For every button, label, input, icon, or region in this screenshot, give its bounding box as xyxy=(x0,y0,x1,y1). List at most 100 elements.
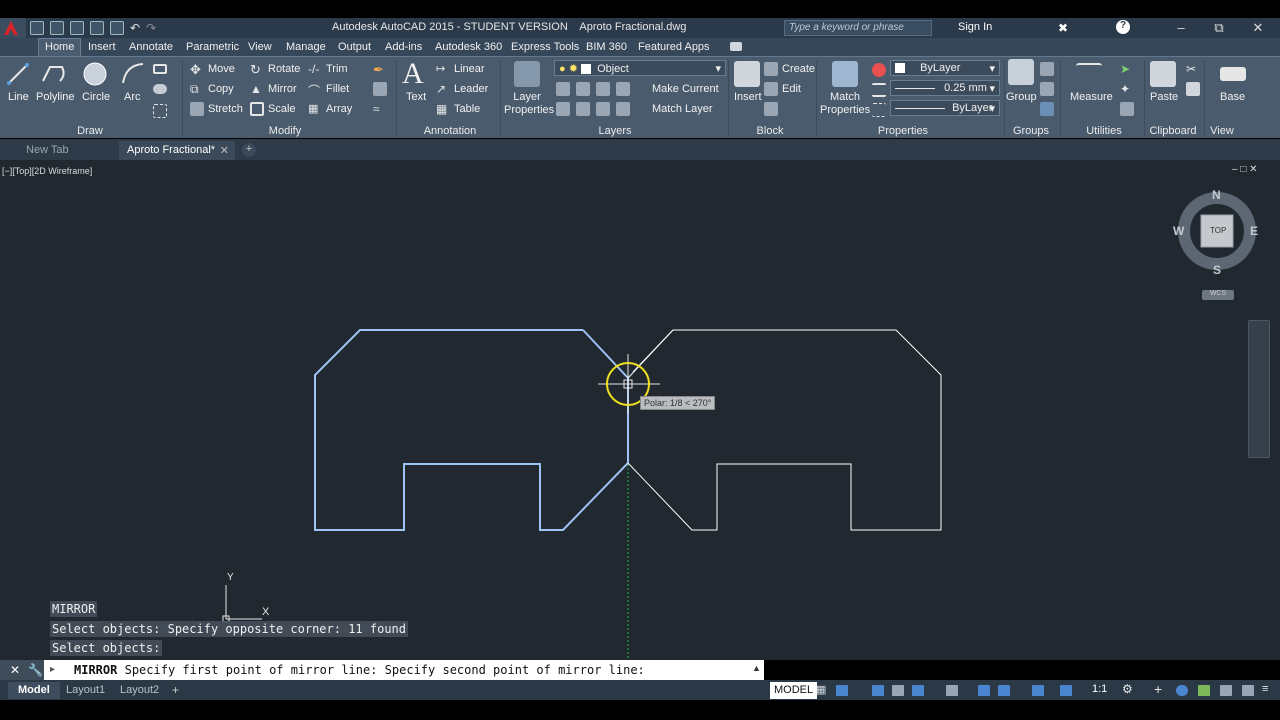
linear-button[interactable]: Linear xyxy=(454,63,485,75)
wcs-menu-button[interactable]: WCS xyxy=(1202,290,1234,300)
array-icon[interactable]: ▦ xyxy=(308,102,322,116)
trim-button[interactable]: Trim xyxy=(326,63,348,75)
stretch-button[interactable]: Stretch xyxy=(208,103,243,115)
properties-panel-title[interactable]: Properties xyxy=(868,125,938,139)
command-line[interactable]: ✕ 🔧 ▸ MIRROR Specify first point of mirr… xyxy=(0,660,764,680)
tab-featured-apps[interactable]: Featured Apps xyxy=(638,41,710,53)
move-icon[interactable]: ✥ xyxy=(190,62,204,77)
close-window-button[interactable]: ✕ xyxy=(1243,20,1273,36)
tab-layout1[interactable]: Layout1 xyxy=(56,682,115,699)
make-current-button[interactable]: Make Current xyxy=(652,83,719,95)
polar-icon[interactable] xyxy=(892,685,904,696)
utilities-panel-title[interactable]: Utilities xyxy=(1066,125,1142,139)
undo-icon[interactable]: ↶ xyxy=(130,21,140,35)
group-edit-icon[interactable] xyxy=(1040,82,1054,96)
table-icon[interactable]: ▦ xyxy=(436,102,450,116)
isodraft-icon[interactable] xyxy=(912,685,924,696)
sign-in-button[interactable]: Sign In xyxy=(958,21,992,33)
match-layer-icon[interactable] xyxy=(616,102,630,116)
scale-button[interactable]: Scale xyxy=(268,103,296,115)
paste-icon[interactable] xyxy=(1150,61,1176,87)
hatch-icon[interactable] xyxy=(153,84,167,94)
tab-new-tab[interactable]: New Tab xyxy=(18,141,118,160)
create-block-icon[interactable] xyxy=(764,62,778,76)
wrench-icon[interactable]: 🔧 xyxy=(28,663,43,677)
layer-tool-icon[interactable] xyxy=(576,82,590,96)
tab-bim-360[interactable]: BIM 360 xyxy=(586,41,627,53)
linetype-dropdown[interactable]: ByLayer ▾ xyxy=(890,100,1000,116)
group-select-icon[interactable] xyxy=(1040,102,1054,116)
make-current-icon[interactable] xyxy=(616,82,630,96)
attribute-icon[interactable] xyxy=(764,102,778,116)
tab-insert[interactable]: Insert xyxy=(88,41,116,53)
tab-annotate[interactable]: Annotate xyxy=(129,41,173,53)
annotation-panel-title[interactable]: Annotation xyxy=(410,125,490,139)
calculator-icon[interactable] xyxy=(1120,102,1134,116)
customize-icon[interactable]: ≡ xyxy=(1262,683,1274,695)
clipboard-panel-title[interactable]: Clipboard xyxy=(1146,125,1200,139)
copy-clip-icon[interactable] xyxy=(1186,82,1200,96)
copy-icon[interactable]: ⧉ xyxy=(190,82,204,96)
autocad-logo[interactable] xyxy=(0,18,26,38)
group-icon[interactable] xyxy=(1008,59,1034,85)
open-icon[interactable] xyxy=(50,21,64,35)
new-icon[interactable] xyxy=(30,21,44,35)
fillet-button[interactable]: Fillet xyxy=(326,83,349,95)
plus-icon[interactable]: + xyxy=(1154,681,1166,697)
tab-home[interactable]: Home xyxy=(38,38,82,56)
tab-view[interactable]: View xyxy=(248,41,272,53)
annotation-scale[interactable]: 1:1 xyxy=(1092,683,1107,695)
move-button[interactable]: Move xyxy=(208,63,235,75)
layer-tool-icon[interactable] xyxy=(596,82,610,96)
layer-properties-button[interactable]: Layer Properties xyxy=(504,91,554,117)
viewcube-top-label[interactable]: TOP xyxy=(1210,226,1226,235)
quick-select-icon[interactable]: ➤ xyxy=(1120,62,1134,76)
tab-layout2[interactable]: Layout2 xyxy=(110,682,169,699)
color-dropdown[interactable]: ByLayer ▾ xyxy=(890,60,1000,76)
rotate-button[interactable]: Rotate xyxy=(268,63,300,75)
viewport-controls-label[interactable]: [−][Top][2D Wireframe] xyxy=(2,166,92,176)
save-icon[interactable] xyxy=(70,21,84,35)
fullscreen-icon[interactable] xyxy=(1242,685,1254,696)
layer-tool-icon[interactable] xyxy=(596,102,610,116)
layer-tool-icon[interactable] xyxy=(556,82,570,96)
print-icon[interactable] xyxy=(110,21,124,35)
groups-panel-title[interactable]: Groups xyxy=(1004,125,1058,139)
copy-button[interactable]: Copy xyxy=(208,83,234,95)
block-panel-title[interactable]: Block xyxy=(745,125,795,139)
edit-button[interactable]: Edit xyxy=(782,83,801,95)
add-tab-button[interactable]: + xyxy=(242,143,256,157)
point-icon[interactable]: ✦ xyxy=(1120,82,1134,96)
erase-icon[interactable]: ✒ xyxy=(373,62,387,77)
table-button[interactable]: Table xyxy=(454,103,480,115)
region-icon[interactable] xyxy=(153,104,167,118)
drawing-viewport[interactable]: [−][Top][2D Wireframe] – □ ✕ TOP N S E W… xyxy=(0,160,1280,660)
tab-output[interactable]: Output xyxy=(338,41,371,53)
tab-express-tools[interactable]: Express Tools xyxy=(511,41,579,53)
array-button[interactable]: Array xyxy=(326,103,352,115)
clean-screen-icon[interactable] xyxy=(1220,685,1232,696)
measure-icon[interactable] xyxy=(1076,63,1102,77)
match-properties-button[interactable]: Match Properties xyxy=(820,91,870,117)
tab-parametric[interactable]: Parametric xyxy=(186,41,239,53)
group-button[interactable]: Group xyxy=(1006,91,1037,103)
color-wheel-icon[interactable] xyxy=(872,63,886,77)
text-button[interactable]: Text xyxy=(406,91,426,103)
auto-scale-icon[interactable] xyxy=(1060,685,1072,696)
edit-block-icon[interactable] xyxy=(764,82,778,96)
model-space-button[interactable]: MODEL xyxy=(770,682,818,699)
hardware-acceleration-icon[interactable] xyxy=(1198,685,1210,696)
base-view-icon[interactable] xyxy=(1220,67,1246,81)
measure-button[interactable]: Measure xyxy=(1070,91,1113,103)
base-button[interactable]: Base xyxy=(1220,91,1245,103)
grid-icon[interactable]: ▦ xyxy=(816,683,828,696)
redo-icon[interactable]: ↷ xyxy=(146,21,156,35)
tab-autodesk-360[interactable]: Autodesk 360 xyxy=(435,41,502,53)
tab-current-drawing[interactable]: Aproto Fractional* ✕ xyxy=(119,141,235,160)
isolate-objects-icon[interactable] xyxy=(1176,685,1188,696)
paste-button[interactable]: Paste xyxy=(1150,91,1178,103)
leader-icon[interactable]: ↗ xyxy=(436,82,450,96)
create-button[interactable]: Create xyxy=(782,63,815,75)
mirror-button[interactable]: Mirror xyxy=(268,83,297,95)
insert-button[interactable]: Insert xyxy=(734,91,762,103)
